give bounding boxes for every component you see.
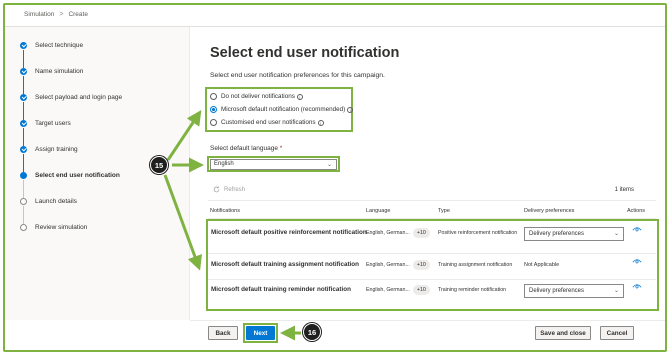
delivery-value: Delivery preferences bbox=[529, 288, 585, 294]
refresh-label: Refresh bbox=[224, 186, 246, 193]
required-marker: * bbox=[279, 145, 283, 152]
refresh-icon bbox=[213, 186, 220, 193]
wizard-steps: Select technique Name simulation Select … bbox=[20, 40, 122, 248]
step-complete-icon bbox=[20, 146, 27, 153]
language-text: English, German... bbox=[366, 262, 410, 268]
step-select-technique[interactable]: Select technique bbox=[20, 40, 122, 68]
table-row[interactable]: Microsoft default positive reinforcement… bbox=[208, 223, 656, 249]
breadcrumb: Simulation > Create bbox=[24, 11, 88, 18]
step-pending-icon bbox=[20, 224, 27, 231]
table-row[interactable]: Microsoft default training assignment no… bbox=[208, 255, 656, 281]
step-complete-icon bbox=[20, 42, 27, 49]
more-languages-pill[interactable]: +10 bbox=[412, 285, 430, 295]
type-cell: Positive reinforcement notification bbox=[438, 230, 518, 236]
info-icon[interactable]: i bbox=[296, 93, 303, 100]
save-and-close-button[interactable]: Save and close bbox=[535, 326, 591, 340]
delivery-dropdown[interactable]: Delivery preferences ⌄ bbox=[524, 284, 624, 298]
more-languages-pill[interactable]: +10 bbox=[412, 228, 430, 238]
info-icon[interactable]: i bbox=[317, 119, 324, 126]
view-icon[interactable] bbox=[632, 258, 642, 264]
step-current-icon bbox=[20, 172, 27, 179]
breadcrumb-current: Create bbox=[68, 11, 88, 18]
step-target-users[interactable]: Target users bbox=[20, 118, 122, 146]
radio-do-not-deliver[interactable]: Do not deliver notifications i bbox=[210, 93, 303, 100]
delivery-value: Delivery preferences bbox=[529, 231, 585, 237]
step-select-payload[interactable]: Select payload and login page bbox=[20, 92, 123, 120]
callout-badge-15: 15 bbox=[150, 156, 168, 174]
col-header-actions: Actions bbox=[627, 208, 646, 214]
info-icon[interactable]: i bbox=[347, 106, 354, 113]
chevron-down-icon: ⌄ bbox=[326, 162, 332, 168]
divider bbox=[190, 320, 665, 321]
chevron-right-icon: > bbox=[59, 11, 64, 18]
step-label: Target users bbox=[35, 120, 71, 127]
language-cell: English, German... +10 bbox=[366, 260, 430, 270]
item-count: 1 items bbox=[614, 187, 634, 193]
step-label: Name simulation bbox=[35, 68, 84, 75]
more-languages-pill[interactable]: +10 bbox=[412, 260, 430, 270]
language-text: English, German... bbox=[366, 230, 410, 236]
cancel-button[interactable]: Cancel bbox=[600, 326, 634, 340]
step-complete-icon bbox=[20, 94, 27, 101]
col-header-notifications[interactable]: Notifications bbox=[210, 208, 240, 214]
delivery-dropdown[interactable]: Delivery preferences ⌄ bbox=[524, 227, 624, 241]
language-cell: English, German... +10 bbox=[366, 285, 430, 295]
language-label: Select default language * bbox=[210, 145, 282, 152]
next-button[interactable]: Next bbox=[246, 326, 275, 340]
refresh-button[interactable]: Refresh bbox=[213, 186, 245, 193]
step-label: Select payload and login page bbox=[35, 94, 123, 101]
language-cell: English, German... +10 bbox=[366, 228, 430, 238]
radio-label: Do not deliver notifications bbox=[221, 93, 295, 100]
step-label: Review simulation bbox=[35, 224, 88, 231]
notification-name: Microsoft default positive reinforcement… bbox=[211, 229, 367, 236]
language-label-text: Select default language bbox=[210, 145, 278, 152]
page-title: Select end user notification bbox=[210, 45, 400, 61]
step-complete-icon bbox=[20, 68, 27, 75]
delivery-text: Not Applicable bbox=[524, 262, 560, 268]
divider bbox=[208, 253, 656, 254]
view-icon[interactable] bbox=[632, 226, 642, 232]
step-label: Assign training bbox=[35, 146, 78, 153]
notification-name: Microsoft default training assignment no… bbox=[211, 261, 359, 268]
step-launch-details[interactable]: Launch details bbox=[20, 196, 122, 224]
radio-label: Customised end user notifications bbox=[221, 119, 316, 126]
chevron-down-icon: ⌄ bbox=[613, 288, 619, 294]
step-complete-icon bbox=[20, 120, 27, 127]
language-text: English, German... bbox=[366, 287, 410, 293]
table-row[interactable]: Microsoft default training reminder noti… bbox=[208, 282, 656, 308]
language-value: English bbox=[214, 161, 234, 167]
divider bbox=[208, 279, 656, 280]
step-name-simulation[interactable]: Name simulation bbox=[20, 66, 122, 94]
breadcrumb-root[interactable]: Simulation bbox=[24, 11, 54, 18]
type-cell: Training assignment notification bbox=[438, 262, 513, 268]
radio-circle-selected[interactable] bbox=[210, 106, 217, 113]
step-label: Select technique bbox=[35, 42, 84, 49]
radio-circle[interactable] bbox=[210, 93, 217, 100]
callout-badge-16: 16 bbox=[303, 323, 321, 341]
step-pending-icon bbox=[20, 198, 27, 205]
radio-microsoft-default[interactable]: Microsoft default notification (recommen… bbox=[210, 106, 354, 113]
chevron-down-icon: ⌄ bbox=[613, 231, 619, 237]
radio-customised[interactable]: Customised end user notifications i bbox=[210, 119, 324, 126]
page-subtitle: Select end user notification preferences… bbox=[210, 72, 385, 79]
col-header-type[interactable]: Type bbox=[438, 208, 450, 214]
step-label: Select end user notification bbox=[35, 172, 120, 179]
step-select-notification[interactable]: Select end user notification bbox=[20, 170, 122, 198]
col-header-language[interactable]: Language bbox=[366, 208, 390, 214]
divider bbox=[208, 200, 656, 201]
col-header-delivery[interactable]: Delivery preferences bbox=[524, 208, 574, 214]
type-cell: Training reminder notification bbox=[438, 287, 507, 293]
step-review-simulation[interactable]: Review simulation bbox=[20, 222, 122, 248]
language-dropdown[interactable]: English ⌄ bbox=[210, 159, 337, 170]
radio-circle[interactable] bbox=[210, 119, 217, 126]
back-button[interactable]: Back bbox=[208, 326, 238, 340]
step-label: Launch details bbox=[35, 198, 77, 205]
step-assign-training[interactable]: Assign training bbox=[20, 144, 122, 172]
view-icon[interactable] bbox=[632, 283, 642, 289]
radio-label: Microsoft default notification (recommen… bbox=[221, 106, 346, 113]
notification-name: Microsoft default training reminder noti… bbox=[211, 286, 351, 293]
